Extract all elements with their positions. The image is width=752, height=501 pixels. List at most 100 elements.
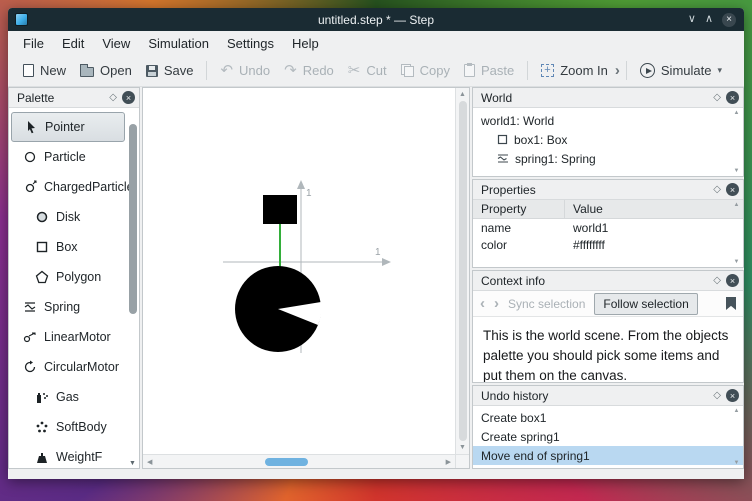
undo-item-create-spring1[interactable]: Create spring1 (473, 427, 743, 446)
save-button[interactable]: Save (139, 59, 201, 82)
charged-particle-icon (25, 180, 37, 193)
undo-history-panel: Undo history ◇ × Create box1 Create spri… (472, 385, 744, 469)
spring-icon (24, 302, 36, 312)
palette-item-spring[interactable]: Spring (11, 292, 125, 322)
redo-label: Redo (302, 63, 334, 78)
undo-item-create-box1[interactable]: Create box1 (473, 408, 743, 427)
horizontal-scrollbar-thumb[interactable] (264, 457, 308, 466)
property-row-color[interactable]: color #ffffffff (473, 236, 743, 253)
canvas-horizontal-scrollbar[interactable]: ◀ ▶ (143, 454, 455, 468)
redo-button[interactable]: ↷ Redo (277, 59, 341, 82)
close-icon[interactable]: × (726, 389, 739, 402)
vertical-scrollbar-thumb[interactable] (458, 101, 467, 441)
float-icon[interactable]: ◇ (713, 92, 721, 103)
palette-scrollbar-thumb[interactable] (129, 124, 137, 314)
palette-scrollbar[interactable] (129, 116, 137, 452)
sync-selection-button[interactable]: Sync selection (508, 297, 585, 311)
palette-item-gas[interactable]: Gas (11, 382, 125, 412)
disk-shape[interactable] (235, 266, 322, 352)
menu-edit[interactable]: Edit (53, 33, 93, 54)
palette-title: Palette (17, 90, 55, 105)
column-value[interactable]: Value (565, 200, 743, 218)
cut-button[interactable]: ✂ Cut (341, 59, 394, 82)
palette-scroll-down-icon[interactable]: ▼ (127, 460, 138, 467)
undo-history-title: Undo history (481, 388, 549, 403)
cut-scissors-icon: ✂ (347, 62, 361, 79)
close-icon[interactable]: × (726, 183, 739, 196)
zoom-in-button[interactable]: Zoom In (534, 59, 615, 82)
palette-item-particle[interactable]: Particle (11, 142, 125, 172)
copy-button[interactable]: Copy (394, 59, 457, 82)
palette-item-pointer[interactable]: Pointer (11, 112, 125, 142)
menu-file[interactable]: File (14, 33, 53, 54)
main-content: Palette ◇ × Pointer Particle ChargedPart… (8, 87, 744, 469)
undo-list: Create box1 Create spring1 Move end of s… (473, 406, 743, 465)
maximize-button[interactable]: ∧ (705, 14, 713, 25)
palette-item-box[interactable]: Box (11, 232, 125, 262)
column-property[interactable]: Property (473, 200, 565, 218)
app-icon (15, 13, 28, 26)
new-button[interactable]: New (16, 59, 73, 82)
undo-icon: ↶ (220, 62, 234, 79)
soft-body-icon (36, 421, 48, 433)
tree-item-spring1[interactable]: spring1: Spring (473, 149, 743, 168)
box1-shape[interactable] (263, 195, 297, 224)
cut-label: Cut (366, 63, 387, 78)
palette-item-linearmotor[interactable]: LinearMotor (11, 322, 125, 352)
close-button[interactable]: × (722, 12, 736, 27)
palette-item-circularmotor[interactable]: CircularMotor (11, 352, 125, 382)
palette-item-disk[interactable]: Disk (11, 202, 125, 232)
scroll-left-icon[interactable]: ◀ (147, 458, 152, 466)
simulate-label: Simulate (660, 63, 712, 78)
open-button[interactable]: Open (73, 59, 139, 82)
menu-settings[interactable]: Settings (218, 33, 283, 54)
undo-button[interactable]: ↶ Undo (213, 59, 277, 82)
paste-button[interactable]: Paste (457, 59, 521, 82)
minimize-button[interactable]: ∨ (688, 14, 696, 25)
menu-help[interactable]: Help (283, 33, 328, 54)
close-icon[interactable]: × (726, 274, 739, 287)
float-icon[interactable]: ◇ (713, 184, 721, 195)
scroll-down-icon[interactable]: ▼ (459, 444, 466, 451)
world-title: World (481, 90, 513, 105)
palette-item-chargedparticle[interactable]: ChargedParticle (11, 172, 134, 202)
circular-motor-icon (24, 360, 36, 373)
undo-label: Undo (239, 63, 271, 78)
nav-back-button[interactable]: ‹ (480, 296, 485, 311)
property-row-name[interactable]: name world1 (473, 219, 743, 236)
scene-canvas[interactable]: 1 1 ▲ ▼ ◀ ▶ (142, 87, 470, 469)
tree-item-box1[interactable]: box1: Box (473, 130, 743, 149)
scroll-up-icon[interactable]: ▲ (459, 91, 466, 98)
float-icon[interactable]: ◇ (713, 390, 721, 401)
context-info-panel: Context info ◇ × ‹ › Sync selection Foll… (472, 270, 744, 383)
close-icon[interactable]: × (122, 91, 135, 104)
simulate-dropdown-icon[interactable]: ▾ (717, 65, 722, 76)
bookmark-icon[interactable] (726, 297, 736, 310)
float-icon[interactable]: ◇ (713, 275, 721, 286)
zoom-in-icon (541, 64, 555, 77)
simulate-button[interactable]: Simulate ▾ (633, 59, 729, 82)
redo-icon: ↷ (284, 62, 297, 79)
context-title: Context info (481, 273, 546, 288)
close-icon[interactable]: × (726, 91, 739, 104)
particle-icon (24, 151, 36, 163)
properties-header: Properties ◇ × (473, 180, 743, 200)
canvas-vertical-scrollbar[interactable]: ▲ ▼ (455, 88, 469, 454)
spring-icon (497, 154, 508, 163)
scene-drawing[interactable]: 1 1 (143, 88, 457, 456)
titlebar[interactable]: untitled.step * — Step ∨ ∧ × (8, 8, 744, 31)
window-title: untitled.step * — Step (317, 12, 435, 27)
palette-item-softbody[interactable]: SoftBody (11, 412, 125, 442)
palette-item-weight[interactable]: WeightF (11, 442, 125, 468)
menu-simulation[interactable]: Simulation (139, 33, 218, 54)
toolbar-overflow-chevron[interactable]: › (615, 63, 620, 78)
tree-item-world1[interactable]: world1: World (473, 111, 743, 130)
scroll-right-icon[interactable]: ▶ (446, 458, 451, 466)
menu-view[interactable]: View (93, 33, 139, 54)
palette-item-polygon[interactable]: Polygon (11, 262, 125, 292)
undo-item-move-end-of-spring1[interactable]: Move end of spring1 (473, 446, 743, 465)
nav-forward-button[interactable]: › (494, 296, 499, 311)
float-icon[interactable]: ◇ (109, 92, 117, 103)
world-header: World ◇ × (473, 88, 743, 108)
follow-selection-button[interactable]: Follow selection (594, 292, 698, 315)
